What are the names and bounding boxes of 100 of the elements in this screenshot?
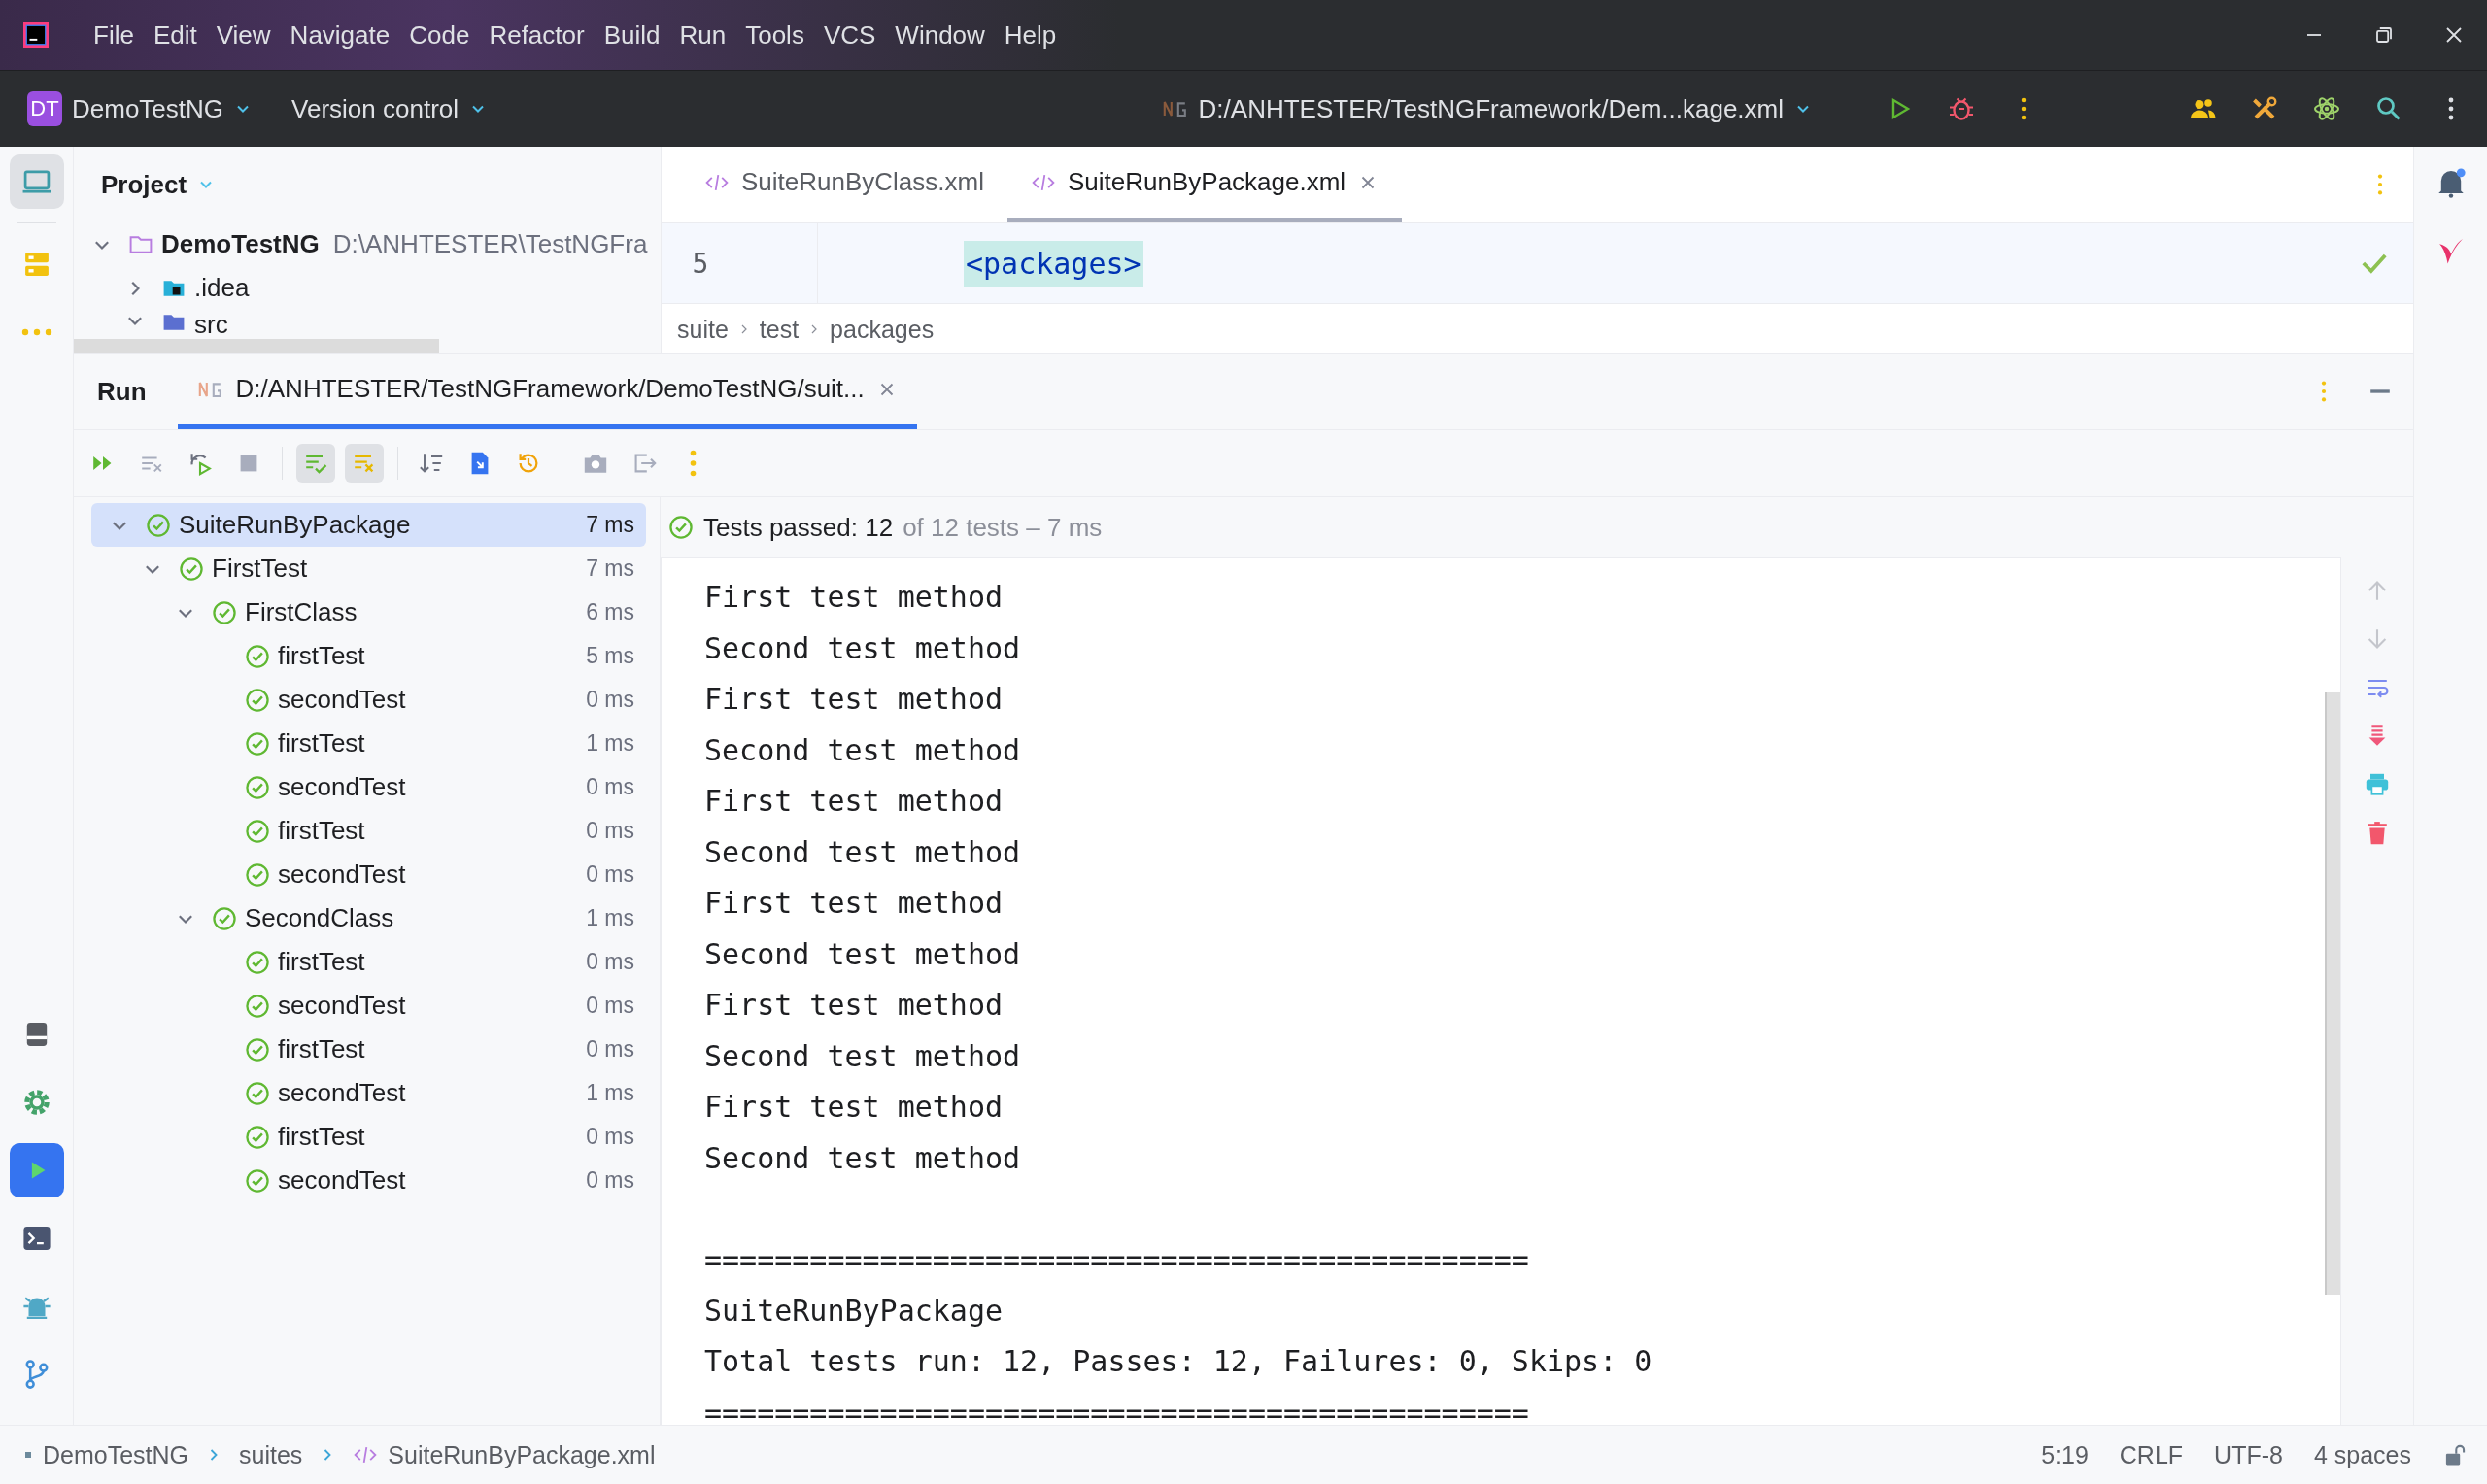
menu-item[interactable]: Tools bbox=[745, 19, 804, 51]
project-tool-button[interactable] bbox=[9, 154, 64, 209]
test-tree-row[interactable]: secondTest 0 ms bbox=[91, 984, 646, 1028]
test-duration: 1 ms bbox=[586, 1080, 634, 1106]
status-breadcrumb[interactable]: suites bbox=[239, 1440, 303, 1469]
test-tree-row[interactable]: secondTest 0 ms bbox=[91, 1159, 646, 1202]
test-tree-row[interactable]: firstTest 1 ms bbox=[91, 722, 646, 765]
menu-item[interactable]: Help bbox=[1004, 19, 1057, 51]
project-tree-row[interactable]: DemoTestNG D:\ANHTESTER\TestNGFra bbox=[91, 222, 661, 266]
status-breadcrumb[interactable]: DemoTestNG bbox=[43, 1440, 189, 1469]
test-duration: 0 ms bbox=[586, 687, 634, 713]
test-duration: 0 ms bbox=[586, 818, 634, 844]
menu-item[interactable]: Code bbox=[409, 19, 470, 51]
version-control-menu[interactable]: Version control bbox=[291, 93, 489, 124]
show-passed-button[interactable] bbox=[296, 444, 335, 483]
passed-check-icon bbox=[245, 818, 270, 844]
test-tree-row[interactable]: firstTest 0 ms bbox=[91, 1028, 646, 1071]
console-line: Second test method bbox=[704, 731, 1022, 769]
test-name: secondTest bbox=[278, 1078, 407, 1108]
test-tree-row[interactable]: SecondClass 1 ms bbox=[91, 896, 646, 940]
project-tree-row[interactable]: src bbox=[91, 310, 661, 339]
console-line: Second test method bbox=[704, 629, 1022, 667]
console-line: SuiteRunByPackage bbox=[704, 1292, 1005, 1330]
console-line: First test method bbox=[704, 783, 1005, 820]
breadcrumb[interactable]: suite bbox=[677, 315, 729, 344]
menu-item[interactable]: View bbox=[216, 19, 271, 51]
status-item[interactable]: 4 spaces bbox=[2313, 1440, 2411, 1469]
test-duration: 1 ms bbox=[586, 905, 634, 931]
status-item[interactable]: UTF-8 bbox=[2214, 1440, 2283, 1469]
menu-item[interactable]: Window bbox=[895, 19, 985, 51]
atom-icon[interactable] bbox=[2312, 94, 2341, 123]
test-duration: 7 ms bbox=[586, 556, 634, 582]
test-name: firstTest bbox=[278, 947, 366, 977]
passed-check-icon bbox=[245, 949, 270, 975]
test-name: secondTest bbox=[278, 685, 407, 715]
test-duration: 0 ms bbox=[586, 1036, 634, 1062]
passed-check-icon bbox=[212, 905, 237, 931]
console-line: First test method bbox=[704, 579, 1005, 616]
test-name: firstTest bbox=[278, 641, 366, 671]
panel-title: Run bbox=[97, 376, 147, 407]
tab-label: SuiteRunByPackage.xml bbox=[1068, 167, 1346, 197]
more-icon bbox=[19, 328, 53, 336]
test-tree-row[interactable]: firstTest 0 ms bbox=[91, 809, 646, 853]
test-tree-row[interactable]: secondTest 0 ms bbox=[91, 678, 646, 722]
test-tree-row[interactable]: firstTest 0 ms bbox=[91, 940, 646, 984]
horizontal-scrollbar[interactable] bbox=[74, 339, 439, 353]
status-breadcrumb[interactable]: SuiteRunByPackage.xml bbox=[388, 1440, 656, 1469]
status-item[interactable]: 5:19 bbox=[2041, 1440, 2089, 1469]
test-tree-row[interactable]: FirstClass 6 ms bbox=[91, 590, 646, 634]
console-line: Second test method bbox=[704, 833, 1022, 871]
menu-item[interactable]: VCS bbox=[823, 19, 876, 51]
passed-check-icon bbox=[212, 599, 237, 625]
project-tree-row[interactable]: .idea bbox=[91, 266, 661, 310]
test-tree-row[interactable]: firstTest 0 ms bbox=[91, 1115, 646, 1159]
panel-title[interactable]: Project bbox=[101, 169, 187, 200]
console-line: Second test method bbox=[704, 935, 1022, 973]
test-duration: 0 ms bbox=[586, 1124, 634, 1150]
console-line: =============================================== bbox=[704, 1241, 1530, 1278]
run-tab[interactable]: D:/ANHTESTER/TestNGFramework/DemoTestNG/suit... bbox=[177, 354, 917, 429]
menu-item[interactable]: Edit bbox=[153, 19, 197, 51]
breadcrumb[interactable]: packages bbox=[830, 315, 935, 344]
test-duration: 7 ms bbox=[586, 512, 634, 538]
editor-tab[interactable]: SuiteRunByClass.xml bbox=[681, 147, 1007, 222]
menu-item[interactable]: Run bbox=[679, 19, 727, 51]
test-tree-row[interactable]: secondTest 0 ms bbox=[91, 765, 646, 809]
passed-check-icon bbox=[245, 993, 270, 1019]
test-tree-row[interactable]: firstTest 5 ms bbox=[91, 634, 646, 678]
console-line: First test method bbox=[704, 987, 1005, 1024]
passed-check-icon bbox=[245, 1124, 270, 1150]
console-line: Second test method bbox=[704, 1037, 1022, 1075]
test-name: SecondClass bbox=[245, 903, 395, 933]
test-tree-row[interactable]: secondTest 1 ms bbox=[91, 1071, 646, 1115]
test-tree-row[interactable]: SuiteRunByPackage 7 ms bbox=[91, 503, 646, 547]
test-summary: Tests passed: 12 bbox=[703, 512, 894, 543]
run-tool-button[interactable] bbox=[9, 1143, 64, 1197]
print-icon[interactable] bbox=[2364, 771, 2391, 798]
test-name: firstTest bbox=[278, 1122, 366, 1152]
menu-item[interactable]: Navigate bbox=[290, 19, 391, 51]
menu-item[interactable]: Refactor bbox=[489, 19, 585, 51]
test-name: secondTest bbox=[278, 991, 407, 1021]
test-name: FirstClass bbox=[245, 597, 358, 627]
project-selector[interactable]: DT DemoTestNG bbox=[27, 91, 254, 126]
test-duration: 0 ms bbox=[586, 993, 634, 1019]
module-path: D:\ANHTESTER\TestNGFra bbox=[332, 229, 648, 259]
passed-check-icon bbox=[668, 515, 694, 540]
console-line: Second test method bbox=[704, 1139, 1022, 1177]
test-tree-row[interactable]: secondTest 0 ms bbox=[91, 853, 646, 896]
breadcrumb[interactable]: test bbox=[759, 315, 800, 344]
tab-label: D:/ANHTESTER/TestNGFramework/DemoTestNG/suit... bbox=[235, 374, 865, 404]
status-item[interactable]: CRLF bbox=[2119, 1440, 2184, 1469]
test-name: secondTest bbox=[278, 1165, 407, 1196]
folder-name: .idea bbox=[194, 273, 250, 303]
menu-item[interactable]: Build bbox=[603, 19, 661, 51]
test-name: FirstTest bbox=[212, 554, 309, 584]
vertical-scrollbar[interactable] bbox=[2325, 692, 2340, 1295]
test-tree-row[interactable]: FirstTest 7 ms bbox=[91, 547, 646, 590]
passed-check-icon bbox=[245, 730, 270, 757]
test-duration: 0 ms bbox=[586, 1167, 634, 1194]
test-name: SuiteRunByPackage bbox=[179, 510, 412, 540]
menu-item[interactable]: File bbox=[93, 19, 134, 51]
